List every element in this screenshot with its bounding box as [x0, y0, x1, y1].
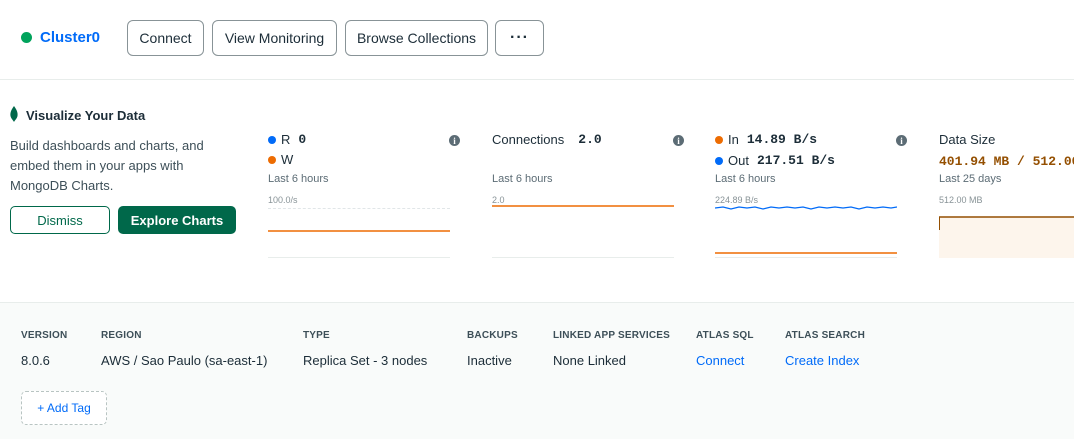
data-size-metric[interactable]: Data Size 401.94 MB / 512.00 MB Last 25 … [939, 130, 1074, 260]
data-size-chart [939, 202, 1074, 258]
network-in-label: In [728, 132, 739, 147]
network-out-value: 217.51 B/s [756, 153, 835, 168]
browse-collections-button[interactable]: Browse Collections [345, 20, 488, 56]
info-icon[interactable]: i [673, 135, 684, 146]
version-label: VERSION [21, 330, 68, 341]
write-label: W [281, 152, 294, 167]
promo-body: Build dashboards and charts, and embed t… [10, 138, 204, 193]
connections-timeframe: Last 6 hours [492, 173, 553, 185]
version-value: 8.0.6 [21, 353, 50, 368]
type-value: Replica Set - 3 nodes [303, 353, 428, 368]
network-sparkline [715, 202, 897, 258]
network-metric[interactable]: In 14.89 B/s Out 217.51 B/s i Last 6 hou… [715, 130, 907, 260]
cluster-details: VERSION 8.0.6 REGION AWS / Sao Paulo (sa… [0, 302, 1074, 439]
status-indicator-icon [21, 32, 32, 43]
read-value: 0 [298, 132, 307, 147]
network-out-label: Out [728, 153, 749, 168]
read-series-dot [268, 135, 276, 144]
more-options-button[interactable]: ··· [495, 20, 544, 56]
network-in-value: 14.89 B/s [746, 132, 818, 147]
read-label: R [281, 132, 291, 147]
atlas-sql-label: ATLAS SQL [696, 330, 754, 341]
write-ops-row: W [268, 152, 293, 167]
data-size-value: 401.94 MB / 512.00 MB [939, 154, 1074, 169]
atlas-search-label: ATLAS SEARCH [785, 330, 865, 341]
write-series-dot [268, 155, 276, 164]
mongodb-leaf-icon [10, 106, 18, 122]
cluster-name-link[interactable]: Cluster0 [40, 29, 100, 46]
connections-label: Connections [492, 132, 565, 147]
backups-field: BACKUPS Inactive [467, 330, 518, 368]
version-field: VERSION 8.0.6 [21, 330, 67, 368]
cluster-header: Cluster0 Connect View Monitoring Browse … [0, 0, 1074, 80]
atlas-sql-connect-link[interactable]: Connect [696, 353, 754, 368]
data-size-label: Data Size [939, 132, 996, 147]
region-field: REGION AWS / Sao Paulo (sa-east-1) [101, 330, 267, 368]
network-in-row: In 14.89 B/s [715, 132, 817, 147]
type-label: TYPE [303, 330, 330, 341]
atlas-search-field: ATLAS SEARCH Create Index [785, 330, 865, 368]
add-tag-button[interactable]: + Add Tag [21, 391, 107, 425]
out-series-dot [715, 156, 723, 165]
connections-row: Connections 2.0 [492, 132, 602, 147]
read-ops-row: R 0 [268, 132, 306, 147]
create-index-link[interactable]: Create Index [785, 353, 865, 368]
in-series-dot [715, 135, 723, 144]
ops-timeframe: Last 6 hours [268, 173, 329, 185]
explore-charts-button[interactable]: Explore Charts [118, 206, 236, 234]
linked-app-services-value: None Linked [553, 353, 626, 368]
data-size-value-row: 401.94 MB / 512.00 MB [939, 154, 1074, 169]
network-out-row: Out 217.51 B/s [715, 153, 835, 168]
view-monitoring-button[interactable]: View Monitoring [212, 20, 337, 56]
ops-sparkline [268, 202, 450, 258]
linked-app-services-field: LINKED APP SERVICES None Linked [553, 330, 670, 368]
region-label: REGION [101, 330, 142, 341]
atlas-sql-field: ATLAS SQL Connect [696, 330, 754, 368]
promo-title: Visualize Your Data [26, 108, 146, 123]
linked-app-services-label: LINKED APP SERVICES [553, 330, 670, 341]
connections-value: 2.0 [578, 132, 602, 147]
region-value: AWS / Sao Paulo (sa-east-1) [101, 353, 268, 368]
info-icon[interactable]: i [449, 135, 460, 146]
network-timeframe: Last 6 hours [715, 173, 776, 185]
backups-label: BACKUPS [467, 330, 518, 341]
connections-sparkline [492, 202, 674, 258]
info-icon[interactable]: i [896, 135, 907, 146]
backups-value: Inactive [467, 353, 512, 368]
connections-metric[interactable]: Connections 2.0 i Last 6 hours 2.0 [492, 130, 684, 260]
dismiss-button[interactable]: Dismiss [10, 206, 110, 234]
type-field: TYPE Replica Set - 3 nodes [303, 330, 427, 368]
operations-metric[interactable]: R 0 W i Last 6 hours 100.0/s [268, 130, 460, 260]
data-size-timeframe: Last 25 days [939, 173, 1002, 185]
connect-button[interactable]: Connect [127, 20, 204, 56]
